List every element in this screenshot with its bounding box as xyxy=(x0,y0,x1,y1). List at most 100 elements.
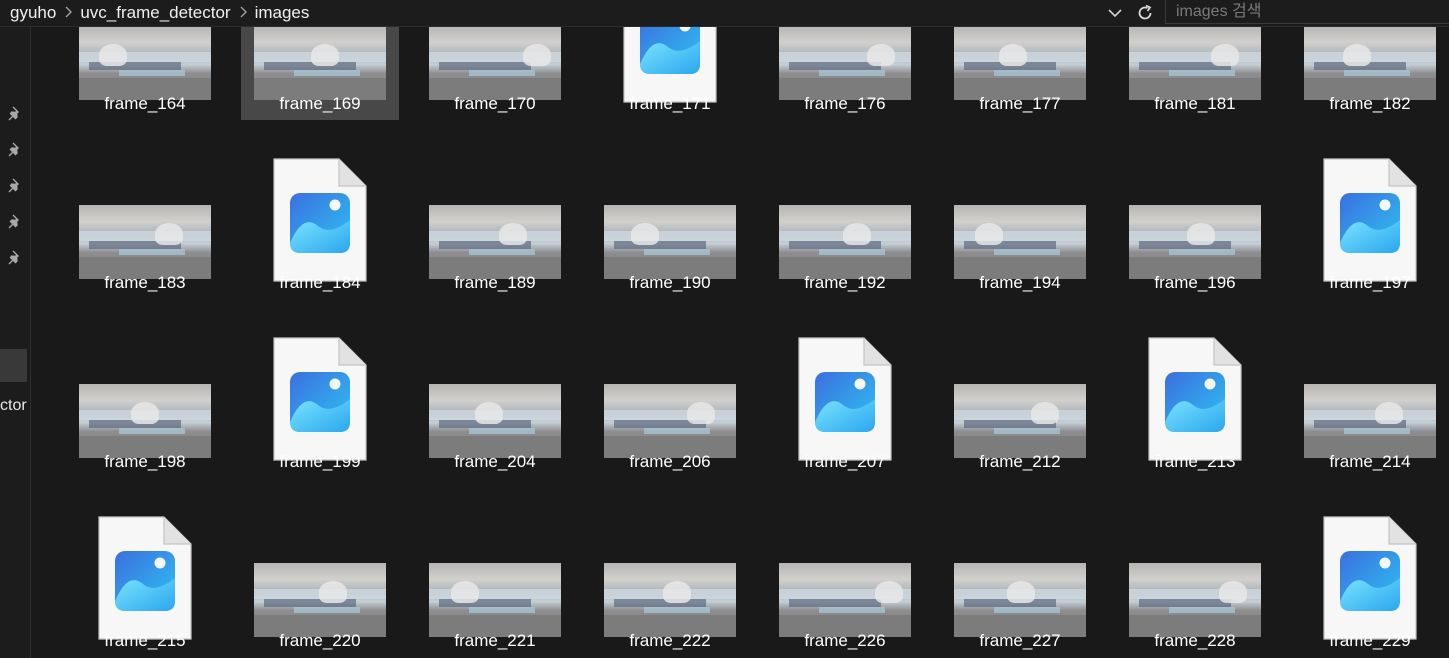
pin-icon[interactable] xyxy=(5,212,25,232)
file-tile[interactable]: frame_227 xyxy=(941,509,1099,657)
file-tile[interactable]: frame_170 xyxy=(416,27,574,120)
file-name-label: frame_207 xyxy=(804,452,886,471)
image-file-icon xyxy=(1323,158,1417,282)
file-tile[interactable]: frame_197 xyxy=(1291,151,1449,299)
chevron-right-icon[interactable] xyxy=(233,3,253,23)
pin-icon[interactable] xyxy=(5,176,25,196)
file-name-label: frame_170 xyxy=(454,94,536,113)
file-tile[interactable]: frame_198 xyxy=(66,330,224,478)
file-name-label: frame_213 xyxy=(1154,452,1236,471)
file-name-label: frame_164 xyxy=(104,94,186,113)
image-thumbnail xyxy=(429,384,561,458)
image-file-icon xyxy=(1323,516,1417,640)
file-name-label: frame_177 xyxy=(979,94,1061,113)
file-name-label: frame_229 xyxy=(1329,631,1411,650)
pin-icon[interactable] xyxy=(5,104,25,124)
image-thumbnail xyxy=(1129,563,1261,637)
file-tile[interactable]: frame_171 xyxy=(591,27,749,120)
file-name-label: frame_215 xyxy=(104,631,186,650)
image-thumbnail xyxy=(254,563,386,637)
file-tile[interactable]: frame_184 xyxy=(241,151,399,299)
file-name-label: frame_194 xyxy=(979,273,1061,292)
image-file-icon xyxy=(273,158,367,282)
breadcrumb: gyuho uvc_frame_detector images xyxy=(8,0,311,26)
file-name-label: frame_184 xyxy=(279,273,361,292)
file-explorer-window: gyuho uvc_frame_detector images images 검… xyxy=(0,0,1449,658)
navigation-pane: ctor xyxy=(0,27,31,658)
chevron-down-icon[interactable] xyxy=(1104,2,1126,24)
image-file-icon xyxy=(273,337,367,461)
image-thumbnail xyxy=(604,563,736,637)
file-tile[interactable]: frame_183 xyxy=(66,151,224,299)
file-tile[interactable]: frame_169 xyxy=(241,27,399,120)
file-name-label: frame_190 xyxy=(629,273,711,292)
file-tile[interactable]: frame_196 xyxy=(1116,151,1274,299)
image-thumbnail xyxy=(1129,205,1261,279)
image-thumbnail xyxy=(429,563,561,637)
file-tile[interactable]: frame_213 xyxy=(1116,330,1274,478)
file-tile[interactable]: frame_204 xyxy=(416,330,574,478)
file-tile[interactable]: frame_220 xyxy=(241,509,399,657)
breadcrumb-item-images[interactable]: images xyxy=(253,3,312,23)
file-tile[interactable]: frame_221 xyxy=(416,509,574,657)
file-tile[interactable]: frame_190 xyxy=(591,151,749,299)
file-tile[interactable]: frame_214 xyxy=(1291,330,1449,478)
image-thumbnail xyxy=(1304,27,1436,100)
file-tile[interactable]: frame_176 xyxy=(766,27,924,120)
file-tile[interactable]: frame_199 xyxy=(241,330,399,478)
breadcrumb-item-uvc-frame-detector[interactable]: uvc_frame_detector xyxy=(78,3,232,23)
file-name-label: frame_198 xyxy=(104,452,186,471)
search-box[interactable] xyxy=(1165,0,1449,24)
image-thumbnail xyxy=(779,27,911,100)
chevron-right-icon[interactable] xyxy=(58,3,78,23)
file-view: frame_164 frame_169 frame_170 frame_171 fram… xyxy=(31,27,1449,658)
image-thumbnail xyxy=(779,563,911,637)
file-tile[interactable]: frame_226 xyxy=(766,509,924,657)
image-thumbnail xyxy=(954,563,1086,637)
file-tile[interactable]: frame_228 xyxy=(1116,509,1274,657)
image-thumbnail xyxy=(429,27,561,100)
image-thumbnail xyxy=(604,205,736,279)
file-tile[interactable]: frame_192 xyxy=(766,151,924,299)
file-tile[interactable]: frame_207 xyxy=(766,330,924,478)
image-thumbnail xyxy=(779,205,911,279)
file-name-label: frame_226 xyxy=(804,631,886,650)
image-thumbnail xyxy=(79,27,211,100)
nav-item-selected[interactable] xyxy=(0,349,27,382)
file-name-label: frame_176 xyxy=(804,94,886,113)
file-tile[interactable]: frame_212 xyxy=(941,330,1099,478)
file-tile[interactable]: frame_229 xyxy=(1291,509,1449,657)
image-file-icon xyxy=(1148,337,1242,461)
file-tile[interactable]: frame_181 xyxy=(1116,27,1274,120)
file-name-label: frame_171 xyxy=(629,94,711,113)
file-name-label: frame_214 xyxy=(1329,452,1411,471)
file-name-label: frame_192 xyxy=(804,273,886,292)
nav-item-label[interactable]: ctor xyxy=(0,397,30,415)
address-bar: gyuho uvc_frame_detector images xyxy=(0,0,1449,27)
refresh-icon[interactable] xyxy=(1134,2,1156,24)
pin-icon[interactable] xyxy=(5,140,25,160)
file-name-label: frame_182 xyxy=(1329,94,1411,113)
file-tile[interactable]: frame_177 xyxy=(941,27,1099,120)
file-name-label: frame_183 xyxy=(104,273,186,292)
image-thumbnail xyxy=(1304,384,1436,458)
image-file-icon xyxy=(798,337,892,461)
image-thumbnail xyxy=(954,27,1086,100)
file-name-label: frame_204 xyxy=(454,452,536,471)
file-tile[interactable]: frame_189 xyxy=(416,151,574,299)
image-file-icon xyxy=(98,516,192,640)
file-name-label: frame_196 xyxy=(1154,273,1236,292)
search-input[interactable] xyxy=(1166,0,1449,23)
file-tile[interactable]: frame_194 xyxy=(941,151,1099,299)
file-tile[interactable]: frame_182 xyxy=(1291,27,1449,120)
image-thumbnail xyxy=(954,205,1086,279)
file-tile[interactable]: frame_164 xyxy=(66,27,224,120)
file-name-label: frame_181 xyxy=(1154,94,1236,113)
file-tile[interactable]: frame_215 xyxy=(66,509,224,657)
file-tile[interactable]: frame_222 xyxy=(591,509,749,657)
pin-icon[interactable] xyxy=(5,248,25,268)
file-tile[interactable]: frame_206 xyxy=(591,330,749,478)
breadcrumb-item-gyuho[interactable]: gyuho xyxy=(8,3,58,23)
file-name-label: frame_222 xyxy=(629,631,711,650)
image-thumbnail xyxy=(954,384,1086,458)
